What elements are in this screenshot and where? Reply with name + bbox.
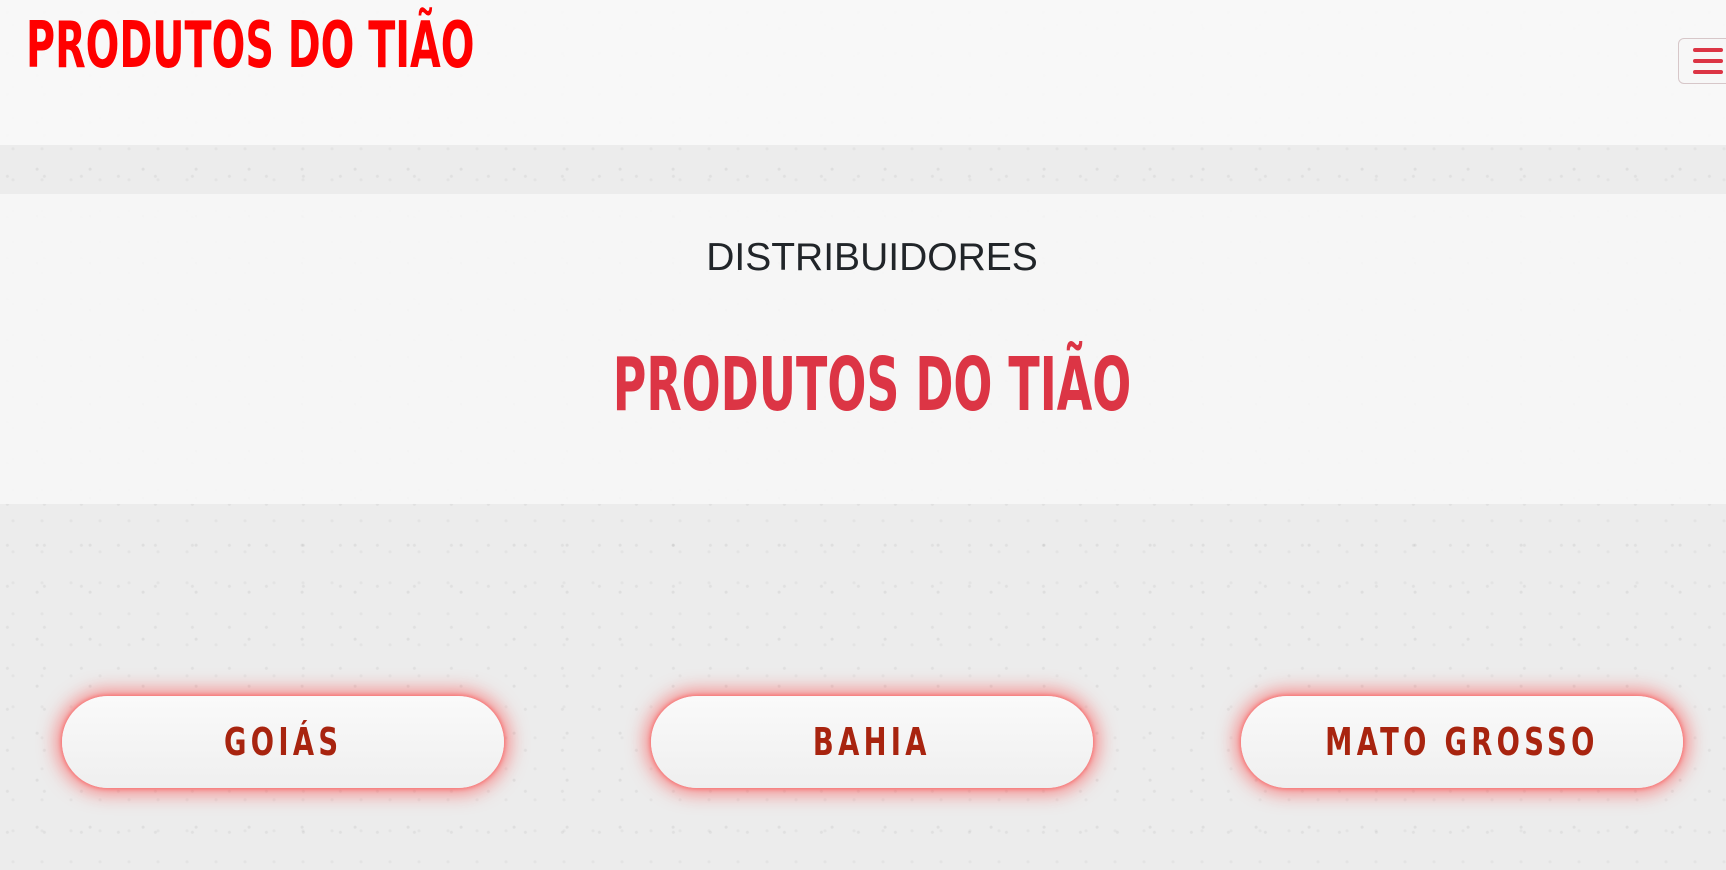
section-title: PRODUTOS DO TIÃO: [612, 342, 1132, 428]
region-button-mato-grosso[interactable]: MATO GROSSO: [1241, 696, 1683, 788]
region-button-goias[interactable]: GOIÁS: [62, 696, 504, 788]
region-button-label: MATO GROSSO: [1325, 720, 1599, 764]
region-button-bahia[interactable]: BAHIA: [651, 696, 1093, 788]
menu-toggle-button[interactable]: [1678, 38, 1726, 84]
brand-logo-text[interactable]: PRODUTOS DO TIÃO: [26, 14, 474, 78]
top-navbar: PRODUTOS DO TIÃO: [0, 0, 1726, 145]
region-button-label: GOIÁS: [223, 720, 343, 764]
region-button-label: BAHIA: [813, 720, 931, 764]
section-subtitle: DISTRIBUIDORES: [706, 236, 1038, 279]
hamburger-menu-icon: [1693, 48, 1723, 81]
